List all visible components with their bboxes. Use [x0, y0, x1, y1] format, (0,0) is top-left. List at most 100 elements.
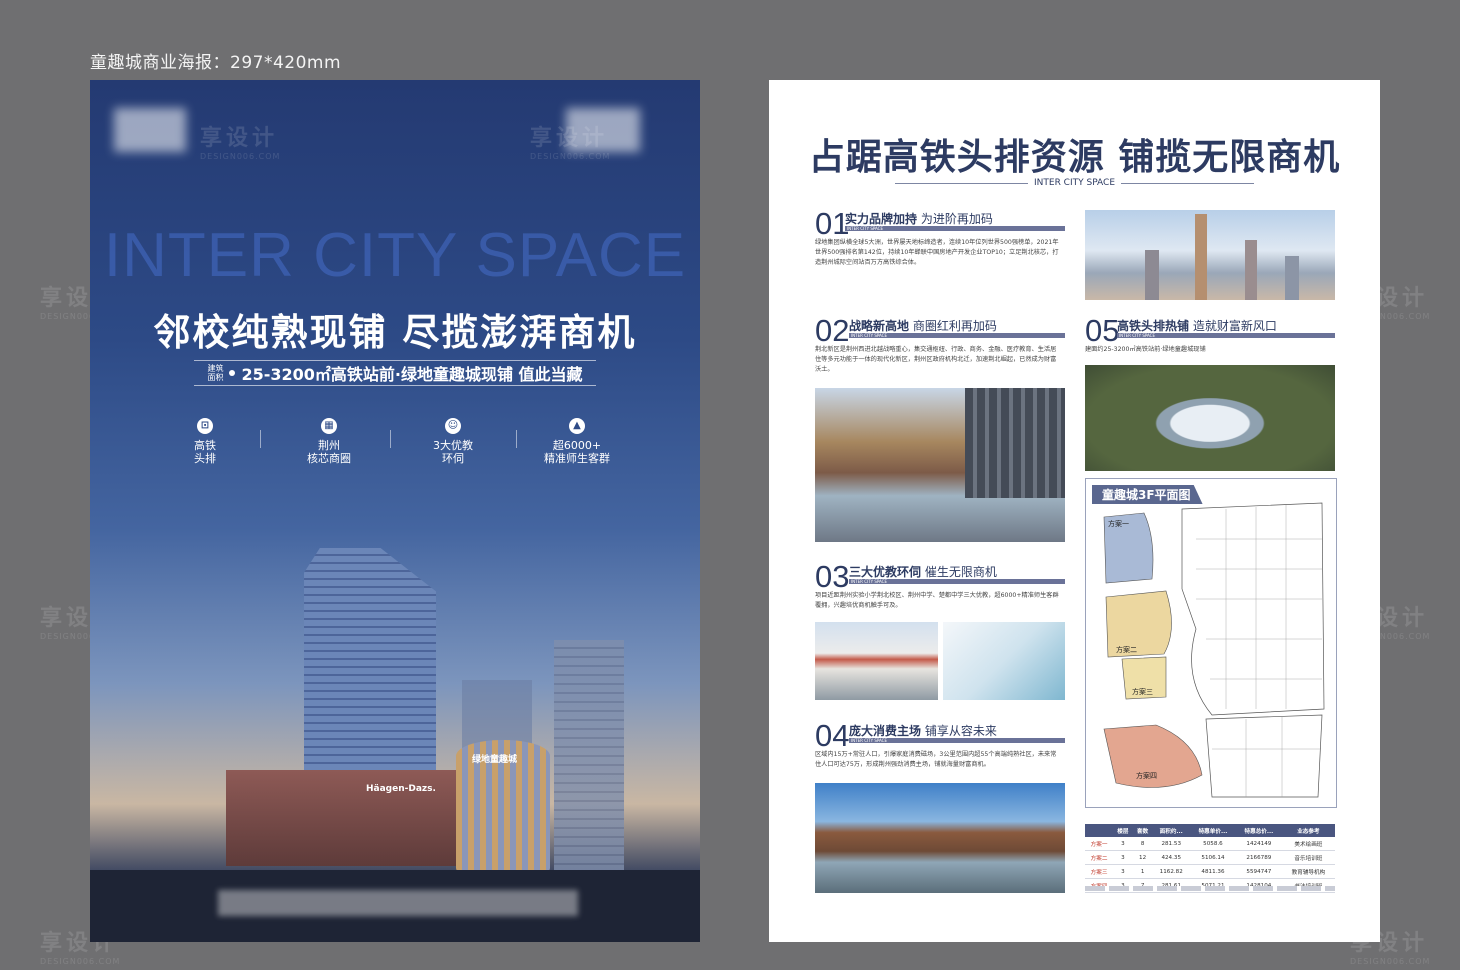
section-01: 01 实力品牌加持 为进阶再加码 INTER CITY SPACE 绿地集团纵横…	[815, 208, 1065, 278]
education-icon: ☺	[445, 418, 461, 434]
bar-label: INTER CITY SPACE	[851, 333, 888, 338]
table-cell: 5106.14	[1190, 850, 1236, 865]
table-cell: 3	[1113, 837, 1133, 851]
aerial-rendering-photo	[1085, 365, 1335, 471]
table-cell: 12	[1132, 850, 1153, 865]
plan-label: 方案二	[1116, 646, 1137, 654]
feature-item: ☺ 3大优教 环伺	[408, 418, 498, 465]
section-bar: INTER CITY SPACE	[1117, 333, 1335, 338]
section-bar: INTER CITY SPACE	[849, 738, 1065, 743]
divider	[390, 430, 391, 448]
table-cell: 424.35	[1152, 850, 1190, 865]
table-cell: 2166789	[1235, 850, 1282, 865]
body-line: 住人口可达75万，形成荆州强劲消费主场，铺就海量财富商机。	[815, 761, 990, 768]
plan-label: 方案三	[1132, 688, 1153, 696]
section-body: 项目近距荆州实验小学荆北校区、荆州中学、楚都中学三大优教，超6000+精准师生客…	[815, 591, 1059, 611]
feature-line: 超6000+	[552, 439, 602, 452]
plan-label: 方案一	[1108, 520, 1129, 528]
outline-shape	[1205, 714, 1323, 798]
feature-line: 3大优教	[433, 439, 473, 452]
table-cell: 3	[1113, 864, 1133, 879]
section-02: 02 战略新高地 商圈红利再加码 INTER CITY SPACE 荆北新区是荆…	[815, 315, 1065, 385]
section-number: 05	[1085, 313, 1120, 348]
heading-bold: 三大优教环伺	[849, 565, 922, 579]
table-header: 楼层	[1113, 824, 1133, 837]
footnote-placeholder	[1085, 886, 1335, 891]
body-line: 建面约25-3200㎡高铁站前·绿地童趣城现铺	[1085, 346, 1206, 353]
heading-rest: 催生无限商机	[921, 565, 997, 579]
divider	[516, 430, 517, 448]
heading-bold: 庞大消费主场	[849, 724, 922, 738]
english-backdrop-text: INTER CITY SPACE	[103, 221, 687, 290]
subline-text: 25-3200㎡高铁站前·绿地童趣城现铺 值此当藏	[241, 365, 583, 384]
table-cell: 1424149	[1235, 837, 1282, 851]
table-cell: 教育辅导机构	[1281, 864, 1335, 879]
feature-item: ▲ 超6000+ 精准师生客群	[532, 418, 622, 465]
caption: 童趣城商业海报：297*420mm	[90, 53, 342, 73]
heading-rest: 商圈红利再加码	[909, 319, 997, 333]
feature-item: ▦ 荆州 核芯商圈	[284, 418, 374, 465]
retail-podium: Häagen-Dazs.	[226, 770, 466, 866]
subtitle-text: INTER CITY SPACE	[1034, 178, 1116, 188]
section-body: 绿地集团纵横全球5大洲，世界屡天地标缔造者，连续10年位列世界500强榜单，20…	[815, 238, 1059, 268]
table-header: 特惠总价...	[1235, 824, 1282, 837]
table-cell: 方案一	[1085, 837, 1114, 851]
table-cell: 1	[1132, 864, 1153, 879]
body-line: 覆拥，兴趣培优商机触手可及。	[815, 602, 902, 609]
haagen-dazs-sign: Häagen-Dazs.	[366, 784, 436, 794]
section-03: 03 三大优教环伺 催生无限商机 INTER CITY SPACE 项目近距荆州…	[815, 561, 1065, 621]
table-cell: 美术绘画班	[1281, 837, 1335, 851]
right-subtitle: INTER CITY SPACE	[889, 178, 1260, 188]
headline: 邻校纯熟现铺 尽揽澎湃商机	[153, 311, 637, 354]
blurred-logo	[114, 108, 186, 152]
bar-label: INTER CITY SPACE	[851, 579, 888, 584]
bar-label: INTER CITY SPACE	[851, 738, 888, 743]
table-cell: 音乐培训班	[1281, 850, 1335, 865]
body-line: 区域内15万+常驻人口，引爆家庭消费磁场，3公里范围内超55个高端纯熟社区，未来…	[815, 751, 1057, 758]
section-bar: INTER CITY SPACE	[849, 579, 1065, 584]
section-05: 05 高铁头排热铺 造就财富新风口 INTER CITY SPACE 建面约25…	[1085, 315, 1335, 355]
plan-label: 方案四	[1136, 772, 1157, 780]
mall-drum-building: 绿地童趣城	[456, 740, 550, 872]
left-poster: 享设计 DESIGN006.COM 享设计 DESIGN006.COM INTER …	[90, 80, 700, 942]
section-heading: 三大优教环伺 催生无限商机	[849, 563, 997, 580]
graduation-cap-icon: ▲	[569, 418, 585, 434]
classroom-photo	[943, 622, 1065, 700]
tower-shape	[1285, 256, 1299, 300]
heading-rest: 造就财富新风口	[1189, 319, 1277, 333]
feature-line: 精准师生客群	[544, 452, 610, 465]
area-tag: 建筑面积	[207, 364, 224, 382]
subline-box: 建筑面积 25-3200㎡高铁站前·绿地童趣城现铺 值此当藏	[194, 360, 596, 386]
table-row: 方案二 3 12 424.35 5106.14 2166789 音乐培训班	[1085, 850, 1335, 865]
mall-sign: 绿地童趣城	[472, 755, 518, 765]
heading-bold: 高铁头排热铺	[1117, 319, 1190, 333]
table-cell: 方案三	[1085, 864, 1114, 879]
bar-label: INTER CITY SPACE	[847, 226, 884, 231]
feature-line: 环伺	[442, 452, 464, 465]
table-row: 方案三 3 1 1162.82 4811.36 5594747 教育辅导机构	[1085, 864, 1335, 879]
watermark: 享设计 DESIGN006.COM	[530, 126, 611, 161]
streetscape-photo	[815, 783, 1065, 893]
tower-shape	[1195, 214, 1207, 300]
section-heading: 战略新高地 商圈红利再加码	[849, 317, 997, 334]
table-header: 特惠单价...	[1190, 824, 1236, 837]
section-number: 04	[815, 718, 850, 753]
bullet-dot	[229, 370, 236, 376]
section-number: 03	[815, 559, 850, 594]
table-header: 业态参考	[1281, 824, 1335, 837]
watermark: 享设计 DESIGN006.COM	[200, 126, 281, 161]
skyline-photo	[1085, 210, 1335, 300]
building-shape	[965, 388, 1065, 498]
feature-item: ⊡ 高铁 头排	[160, 418, 250, 465]
section-body: 荆北新区是荆州西进北越战略重心，集交通枢纽、行政、商务、金融、医疗教育、生活居 …	[815, 345, 1056, 375]
table-header: 面积约...	[1152, 824, 1190, 837]
table-header	[1085, 824, 1114, 837]
section-heading: 庞大消费主场 铺享从容未来	[849, 722, 997, 739]
body-line: 住等多元功能于一体的现代化新区，荆州区政府机构北迁，加速荆北崛起，已然成为财富	[815, 356, 1057, 363]
bar-label: INTER CITY SPACE	[1119, 333, 1156, 338]
body-line: 世界500强排名第142位，持续10年蝉联中国房地产开发企业TOP10；立足荆北…	[815, 249, 1059, 256]
section-heading: 高铁头排热铺 造就财富新风口	[1117, 317, 1277, 334]
blurred-address	[218, 890, 578, 916]
feature-line: 高铁	[194, 439, 216, 452]
body-line: 造荆州城际空间站百万方高铁综合体。	[815, 259, 921, 266]
